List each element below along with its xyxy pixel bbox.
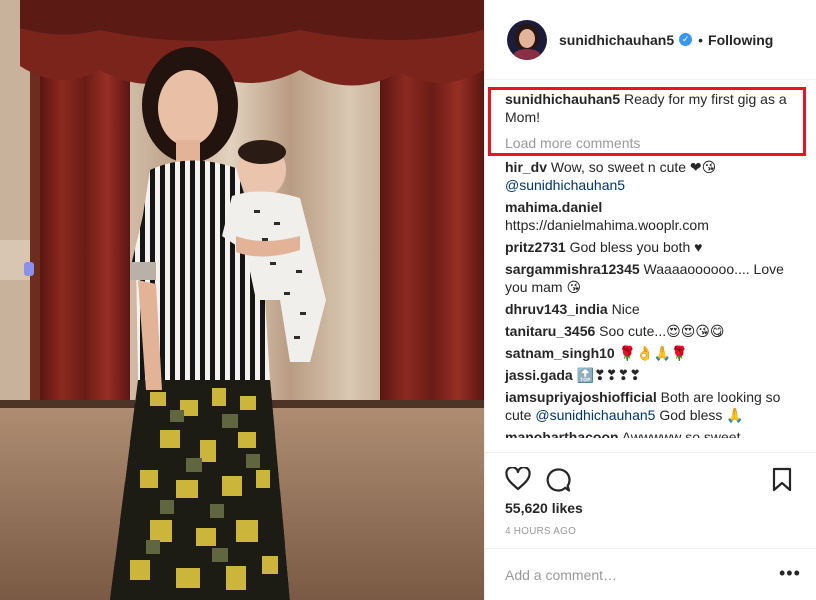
post-timestamp[interactable]: 4 HOURS AGO [505,526,576,537]
comment-mention[interactable]: @sunidhichauhan5 [535,407,655,423]
comment-icon[interactable] [545,467,571,493]
comment-text[interactable]: https://danielmahima.wooplr.com [505,217,709,233]
comment-text-after: God bless 🙏 [659,407,744,423]
add-comment-bar: ••• [485,548,816,600]
likes-count[interactable]: 55,620 likes [505,500,583,516]
list-item: mahima.daniel https://danielmahima.woopl… [505,198,805,234]
post-header: sunidhichauhan5 ✓ • Following [485,0,816,80]
bookmark-icon[interactable] [771,467,797,493]
comment-username[interactable]: mahima.daniel [505,199,602,215]
list-item: hir_dv Wow, so sweet n cute ❤😘 @sunidhic… [505,158,805,194]
comment-text: Nice [611,301,640,317]
list-item: iamsupriyajoshiofficial Both are looking… [505,388,805,424]
comment-username[interactable]: manoharthacoon [505,429,619,438]
comment-username[interactable]: tanitaru_3456 [505,323,595,339]
comment-text: Wow, so sweet n cute ❤😘 [550,159,717,175]
comment-username[interactable]: sargammishra12345 [505,261,640,277]
comment-username[interactable]: hir_dv [505,159,547,175]
more-options-icon[interactable]: ••• [779,563,801,584]
comments-list: sunidhichauhan5 Ready for my first gig a… [505,90,805,442]
caption: sunidhichauhan5 Ready for my first gig a… [505,90,805,126]
comment-username[interactable]: satnam_singh10 [505,345,615,361]
comment-username[interactable]: pritz2731 [505,239,566,255]
list-item: dhruv143_india Nice [505,300,805,318]
list-item: manoharthacoon Awwwww so sweet [505,428,805,438]
post-actions [485,452,816,492]
heart-icon[interactable] [505,466,531,493]
post-photo[interactable] [0,0,484,600]
list-item: jassi.gada 🔝❣❣❣❣ [505,366,805,384]
verified-badge-icon: ✓ [679,33,693,46]
list-item: sargammishra12345 Waaaaoooooo.... Love y… [505,260,805,296]
comment-text: Awwwww so sweet [621,429,741,438]
list-item: pritz2731 God bless you both ♥ [505,238,805,256]
comment-input[interactable] [505,565,765,585]
following-button[interactable]: Following [708,32,773,48]
avatar[interactable] [507,19,547,60]
header-separator: • [698,31,704,48]
comment-text: Soo cute...😍😍😘😋 [599,323,725,339]
header-username[interactable]: sunidhichauhan5 [559,32,674,48]
comment-username[interactable]: dhruv143_india [505,301,608,317]
post-side-panel: sunidhichauhan5 ✓ • Following sunidhicha… [484,0,816,600]
caption-username[interactable]: sunidhichauhan5 [505,91,620,107]
comment-text: God bless you both ♥ [569,239,703,255]
load-more-comments-button[interactable]: Load more comments [505,134,805,152]
list-item: tanitaru_3456 Soo cute...😍😍😘😋 [505,322,805,340]
comment-username[interactable]: iamsupriyajoshiofficial [505,389,657,405]
comment-username[interactable]: jassi.gada [505,367,573,383]
comment-text: 🔝❣❣❣❣ [576,367,641,383]
list-item: satnam_singh10 🌹👌🙏🌹 [505,344,805,362]
post-photo-illustration [0,0,484,600]
comment-text: 🌹👌🙏🌹 [618,345,689,361]
comment-mention[interactable]: @sunidhichauhan5 [505,177,625,193]
